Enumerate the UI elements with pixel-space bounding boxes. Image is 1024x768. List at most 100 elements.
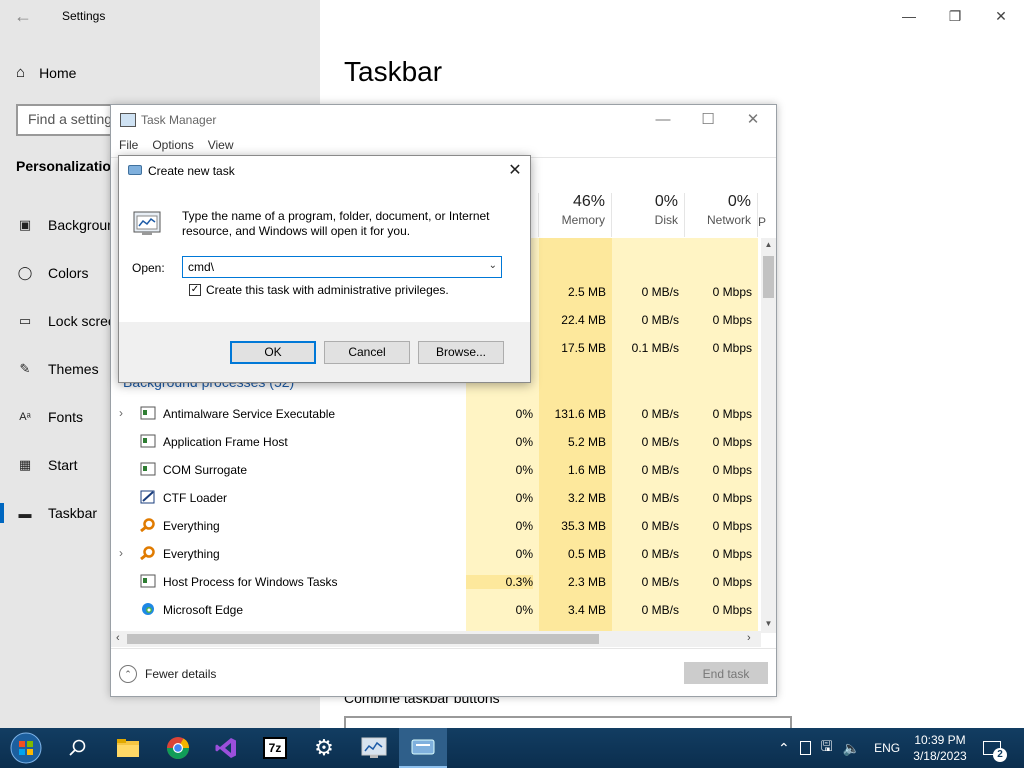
disk-percent: 0% [654, 193, 678, 210]
header-power-partial[interactable]: P [758, 193, 768, 237]
table-row[interactable]: Application Frame Host 0% 5.2 MB 0 MB/s … [111, 428, 763, 456]
disk-cell: 0 MB/s [641, 463, 679, 477]
page-title: Taskbar [344, 56, 443, 87]
open-input-value[interactable]: cmd\ [188, 260, 214, 274]
cpu-cell: 0% [515, 547, 533, 561]
process-icon [140, 406, 156, 420]
disk-cell: 0 MB/s [641, 519, 679, 533]
disk-cell: 0 MB/s [641, 435, 679, 449]
tablet-icon[interactable] [799, 741, 811, 755]
table-row[interactable]: Host Process for Windows Tasks 0.3% 2.3 … [111, 568, 763, 596]
open-combobox[interactable]: cmd\ ⌄ [182, 256, 502, 278]
magnifier-icon [140, 518, 155, 532]
vertical-scrollbar[interactable]: ▲ ▼ [761, 238, 776, 633]
menu-options[interactable]: Options [152, 138, 193, 152]
network-cell: 0 Mbps [712, 603, 752, 617]
network-cell: 0 Mbps [712, 341, 752, 355]
taskbar-run-dialog[interactable] [399, 728, 447, 768]
table-row[interactable]: Microsoft Edge 0% 3.4 MB 0 MB/s 0 Mbps [111, 596, 763, 624]
start-grid-icon: ▦ [18, 457, 32, 472]
tm-titlebar[interactable]: Task Manager — ☐ ✕ [111, 105, 776, 135]
network-cell: 0 Mbps [712, 463, 752, 477]
end-task-button[interactable]: End task [684, 662, 768, 684]
task-manager-icon [361, 737, 387, 758]
fonts-icon: Aᵃ [19, 411, 31, 423]
maximize-icon[interactable]: ☐ [693, 110, 723, 130]
home-nav-item[interactable]: ⌂ Home [16, 64, 76, 81]
table-row[interactable]: COM Surrogate 0% 1.6 MB 0 MB/s 0 Mbps [111, 456, 763, 484]
fewer-details-link[interactable]: ⌃ Fewer details [119, 665, 216, 683]
table-row[interactable]: Everything 0% 35.3 MB 0 MB/s 0 Mbps [111, 512, 763, 540]
cpu-cell: 0% [515, 491, 533, 505]
table-row[interactable]: CTF Loader 0% 3.2 MB 0 MB/s 0 Mbps [111, 484, 763, 512]
close-icon[interactable]: ✕ [991, 8, 1011, 26]
run-icon [411, 739, 435, 755]
home-label: Home [39, 64, 77, 81]
minimize-icon[interactable]: — [648, 110, 678, 130]
header-disk[interactable]: 0% Disk [612, 193, 685, 237]
tm-footer: ⌃ Fewer details End task [111, 648, 776, 698]
action-center-button[interactable]: 2 [983, 728, 1007, 768]
search-button[interactable] [54, 728, 102, 768]
taskbar-settings[interactable]: ⚙ [300, 728, 348, 768]
disk-cell: 0 MB/s [641, 547, 679, 561]
table-row[interactable]: › Antimalware Service Executable 0% 131.… [111, 400, 763, 428]
clock[interactable]: 10:39 PM 3/18/2023 [905, 732, 975, 764]
scroll-left-icon[interactable]: ‹ [116, 632, 120, 644]
nav-label: Themes [48, 361, 99, 377]
7zip-icon: 7z [263, 737, 287, 759]
table-row[interactable]: › Everything 0% 0.5 MB 0 MB/s 0 Mbps [111, 540, 763, 568]
folder-icon [117, 739, 139, 757]
close-icon[interactable]: ✕ [738, 110, 768, 130]
search-icon [69, 739, 86, 756]
clock-date: 3/18/2023 [913, 749, 967, 763]
scroll-up-icon[interactable]: ▲ [763, 240, 774, 252]
back-arrow-icon[interactable]: ← [14, 6, 36, 28]
network-cell: 0 Mbps [712, 547, 752, 561]
memory-cell: 2.5 MB [567, 285, 606, 299]
chevron-up-icon[interactable]: ⌃ [778, 740, 790, 757]
memory-cell: 2.3 MB [567, 575, 606, 589]
menu-view[interactable]: View [208, 138, 234, 152]
process-name: Microsoft Edge [163, 603, 244, 617]
chevron-right-icon[interactable]: › [119, 546, 123, 560]
minimize-icon[interactable]: — [899, 8, 919, 26]
network-icon[interactable]: 🖫 [821, 736, 833, 760]
scroll-down-icon[interactable]: ▼ [763, 619, 774, 631]
cancel-button[interactable]: Cancel [324, 341, 410, 364]
taskbar-file-explorer[interactable] [104, 728, 152, 768]
admin-privileges-checkbox[interactable]: ✓ Create this task with administrative p… [189, 283, 449, 297]
disk-cell: 0 MB/s [641, 491, 679, 505]
process-icon [140, 462, 156, 476]
restore-icon[interactable]: ❐ [945, 8, 965, 26]
dialog-footer: OK Cancel Browse... [119, 322, 530, 382]
speaker-icon[interactable]: 🔈 [843, 740, 860, 757]
language-indicator[interactable]: ENG [874, 741, 900, 755]
power-label: P [758, 215, 767, 229]
disk-cell: 0 MB/s [641, 603, 679, 617]
scrollbar-thumb[interactable] [763, 256, 774, 298]
pencil-icon [140, 490, 155, 504]
nav-label: Taskbar [48, 505, 98, 521]
header-memory[interactable]: 46% Memory [539, 193, 612, 237]
header-network[interactable]: 0% Network [685, 193, 758, 237]
menu-file[interactable]: File [119, 138, 138, 152]
horizontal-scrollbar[interactable]: ‹ › [111, 631, 761, 647]
chevron-up-icon: ⌃ [119, 665, 137, 683]
chevron-down-icon[interactable]: ⌄ [489, 260, 497, 271]
scrollbar-thumb[interactable] [127, 634, 599, 644]
ok-button[interactable]: OK [230, 341, 316, 364]
taskbar-task-manager[interactable] [350, 728, 398, 768]
scroll-right-icon[interactable]: › [747, 632, 751, 644]
dialog-title: Create new task [148, 164, 235, 178]
checkbox-checked-icon[interactable]: ✓ [189, 284, 201, 296]
taskbar-7zip[interactable]: 7z [251, 728, 299, 768]
dialog-body: Type the name of a program, folder, docu… [119, 186, 530, 322]
disk-cell: 0 MB/s [641, 575, 679, 589]
start-button[interactable] [2, 728, 50, 768]
taskbar-visual-studio[interactable] [202, 728, 250, 768]
close-icon[interactable]: ✕ [504, 160, 526, 182]
taskbar-chrome[interactable] [154, 728, 202, 768]
browse-button[interactable]: Browse... [418, 341, 504, 364]
chevron-right-icon[interactable]: › [119, 406, 123, 420]
